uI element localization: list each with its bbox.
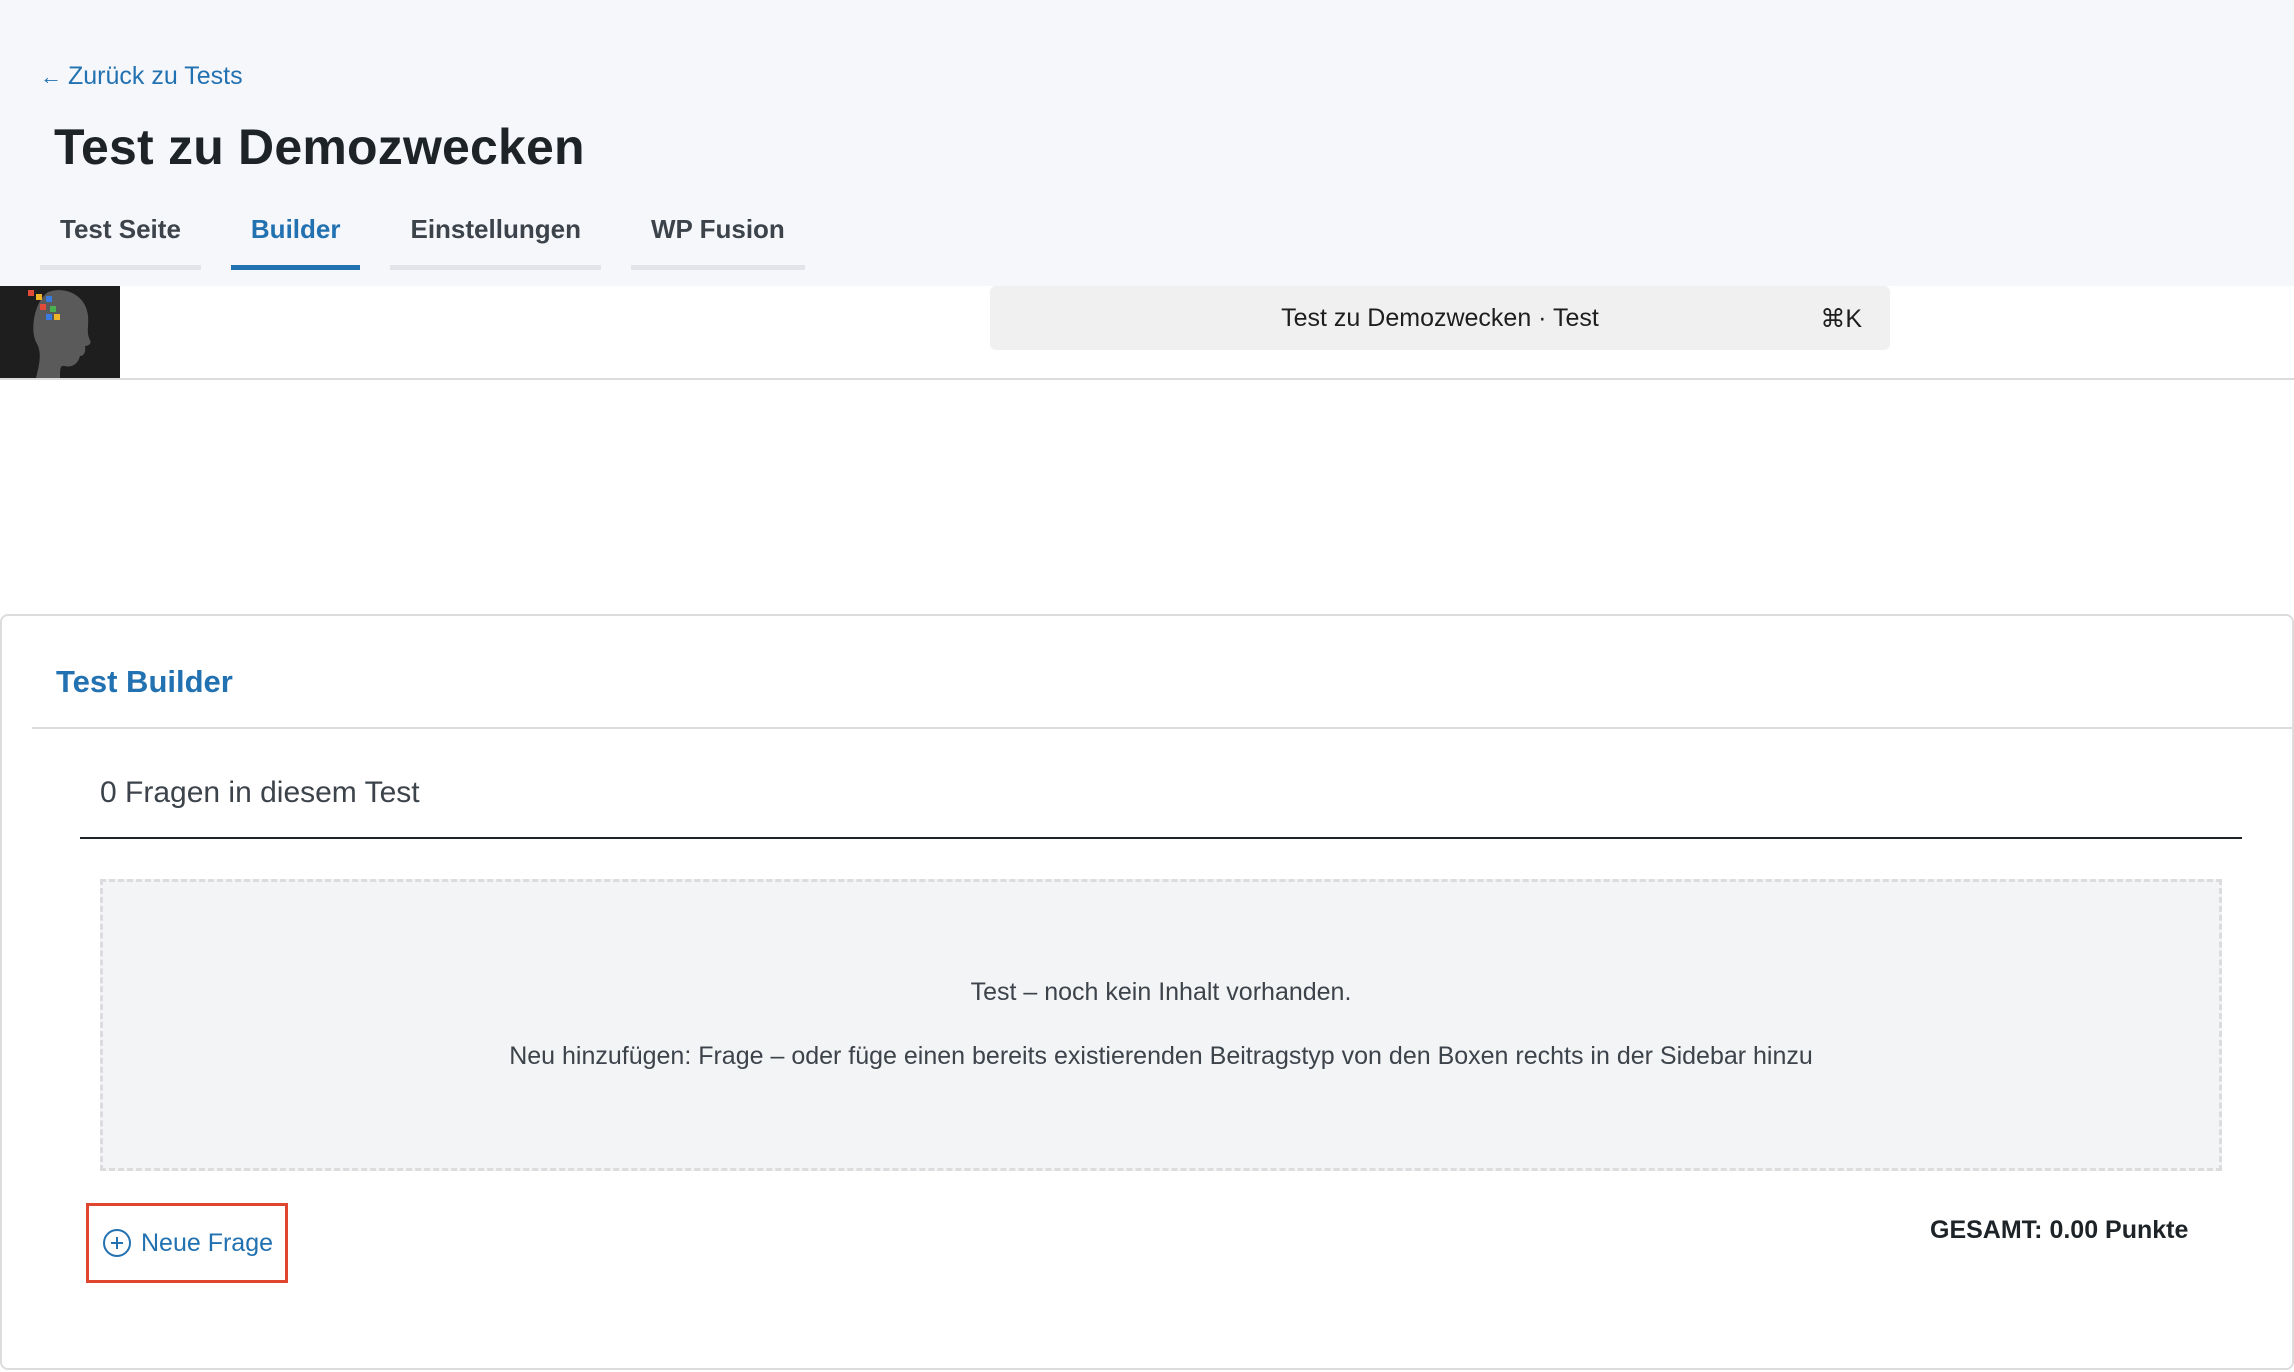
page-header: ← Zurück zu Tests Test zu Demozwecken Te… — [0, 0, 2294, 286]
keyboard-shortcut-label: ⌘K — [1820, 305, 1862, 333]
editor-toolbar: Test zu Demozwecken · Test ⌘K — [0, 286, 2294, 380]
arrow-left-icon: ← — [40, 63, 62, 89]
test-builder-panel: Test Builder 0 Fragen in diesem Test Tes… — [0, 614, 2294, 1370]
back-to-tests-link[interactable]: ← Zurück zu Tests — [40, 62, 243, 91]
tab-test-seite[interactable]: Test Seite — [40, 210, 201, 270]
tab-wp-fusion[interactable]: WP Fusion — [630, 210, 805, 270]
question-count: 0 Fragen in diesem Test — [100, 776, 420, 809]
tab-bar: Test Seite Builder Einstellungen WP Fusi… — [40, 210, 805, 270]
site-logo-head-icon[interactable] — [0, 286, 120, 378]
new-question-label: Neue Frage — [141, 1228, 274, 1257]
tab-builder[interactable]: Builder — [230, 210, 361, 270]
total-points: GESAMT: 0.00 Punkte — [1930, 1216, 2189, 1244]
divider — [80, 837, 2242, 839]
empty-drop-zone[interactable]: Test – noch kein Inhalt vorhanden. Neu h… — [100, 879, 2222, 1171]
back-link-label: Zurück zu Tests — [68, 62, 243, 90]
new-question-button[interactable]: Neue Frage — [86, 1203, 288, 1283]
command-bar-title: Test zu Demozwecken · Test — [1281, 303, 1599, 332]
empty-state-message: Test – noch kein Inhalt vorhanden. — [970, 978, 1352, 1006]
divider — [32, 727, 2292, 729]
empty-state-hint: Neu hinzufügen: Frage – oder füge einen … — [509, 1042, 1813, 1070]
command-palette-button[interactable]: Test zu Demozwecken · Test ⌘K — [990, 286, 1890, 350]
builder-title: Test Builder — [56, 664, 233, 699]
plus-circle-icon — [103, 1229, 131, 1257]
tab-einstellungen[interactable]: Einstellungen — [390, 210, 601, 270]
page-title: Test zu Demozwecken — [54, 119, 585, 175]
